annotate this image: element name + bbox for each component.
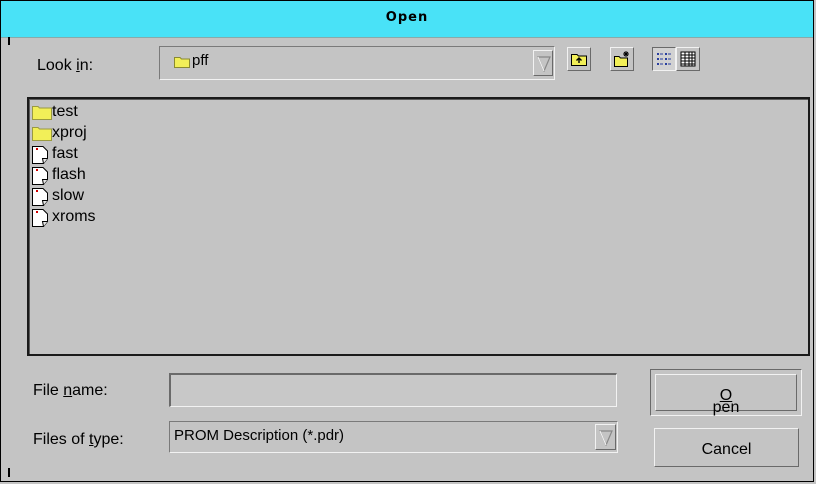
file-icon: [32, 209, 48, 227]
folder-icon: [32, 127, 52, 141]
create-new-folder-button[interactable]: [610, 47, 634, 71]
look-in-label: Look in:: [37, 57, 94, 74]
folder-icon: [174, 57, 190, 68]
list-view-toggle[interactable]: [652, 47, 676, 71]
files-of-type-label: Files of type:: [33, 431, 124, 448]
file-item-name: xproj: [52, 124, 87, 141]
look-in-value: pff: [192, 52, 209, 69]
file-icon: [32, 146, 48, 164]
details-view-toggle[interactable]: [676, 47, 700, 71]
files-of-type-value: PROM Description (*.pdr): [174, 427, 345, 444]
file-item-name: xroms: [52, 208, 96, 225]
dialog-title: Open: [385, 10, 429, 25]
up-one-level-button[interactable]: [567, 47, 591, 71]
open-button[interactable]: Open: [655, 374, 797, 416]
files-of-type-combo[interactable]: PROM Description (*.pdr): [169, 421, 618, 453]
file-item-name: fast: [52, 145, 78, 162]
frame-corner-bottom: [8, 468, 10, 477]
file-item-name: flash: [52, 166, 86, 183]
chevron-down-icon: [537, 56, 551, 72]
file-list[interactable]: test xproj fast flash slow xroms: [27, 97, 810, 356]
open-dialog: Open Look in: pff test xproj fast flash …: [0, 0, 814, 482]
open-button-label: Open: [712, 387, 740, 416]
list-view-icon: [657, 53, 671, 65]
folder-up-icon: [571, 54, 587, 66]
file-item-name: test: [52, 103, 78, 120]
file-name-label: File name:: [33, 382, 108, 399]
folder-icon: [32, 106, 52, 120]
file-item-name: slow: [52, 187, 85, 204]
file-name-field[interactable]: [169, 373, 617, 407]
file-list-viewport: test xproj fast flash slow xroms: [29, 99, 808, 354]
chevron-down-icon: [599, 430, 613, 446]
file-icon: [32, 188, 48, 206]
new-folder-icon: [614, 51, 629, 67]
cancel-button[interactable]: Cancel: [654, 428, 799, 467]
frame-corner-top: [8, 37, 10, 45]
details-view-icon: [680, 51, 696, 67]
open-button-default-frame: Open: [650, 369, 802, 416]
files-of-type-dropdown-button[interactable]: [595, 424, 616, 450]
look-in-combo[interactable]: pff: [159, 46, 555, 80]
look-in-dropdown-button[interactable]: [533, 50, 553, 76]
file-name-input[interactable]: [175, 379, 611, 401]
title-bar[interactable]: Open: [1, 1, 813, 38]
file-icon: [32, 167, 48, 185]
cancel-button-label: Cancel: [701, 441, 752, 458]
